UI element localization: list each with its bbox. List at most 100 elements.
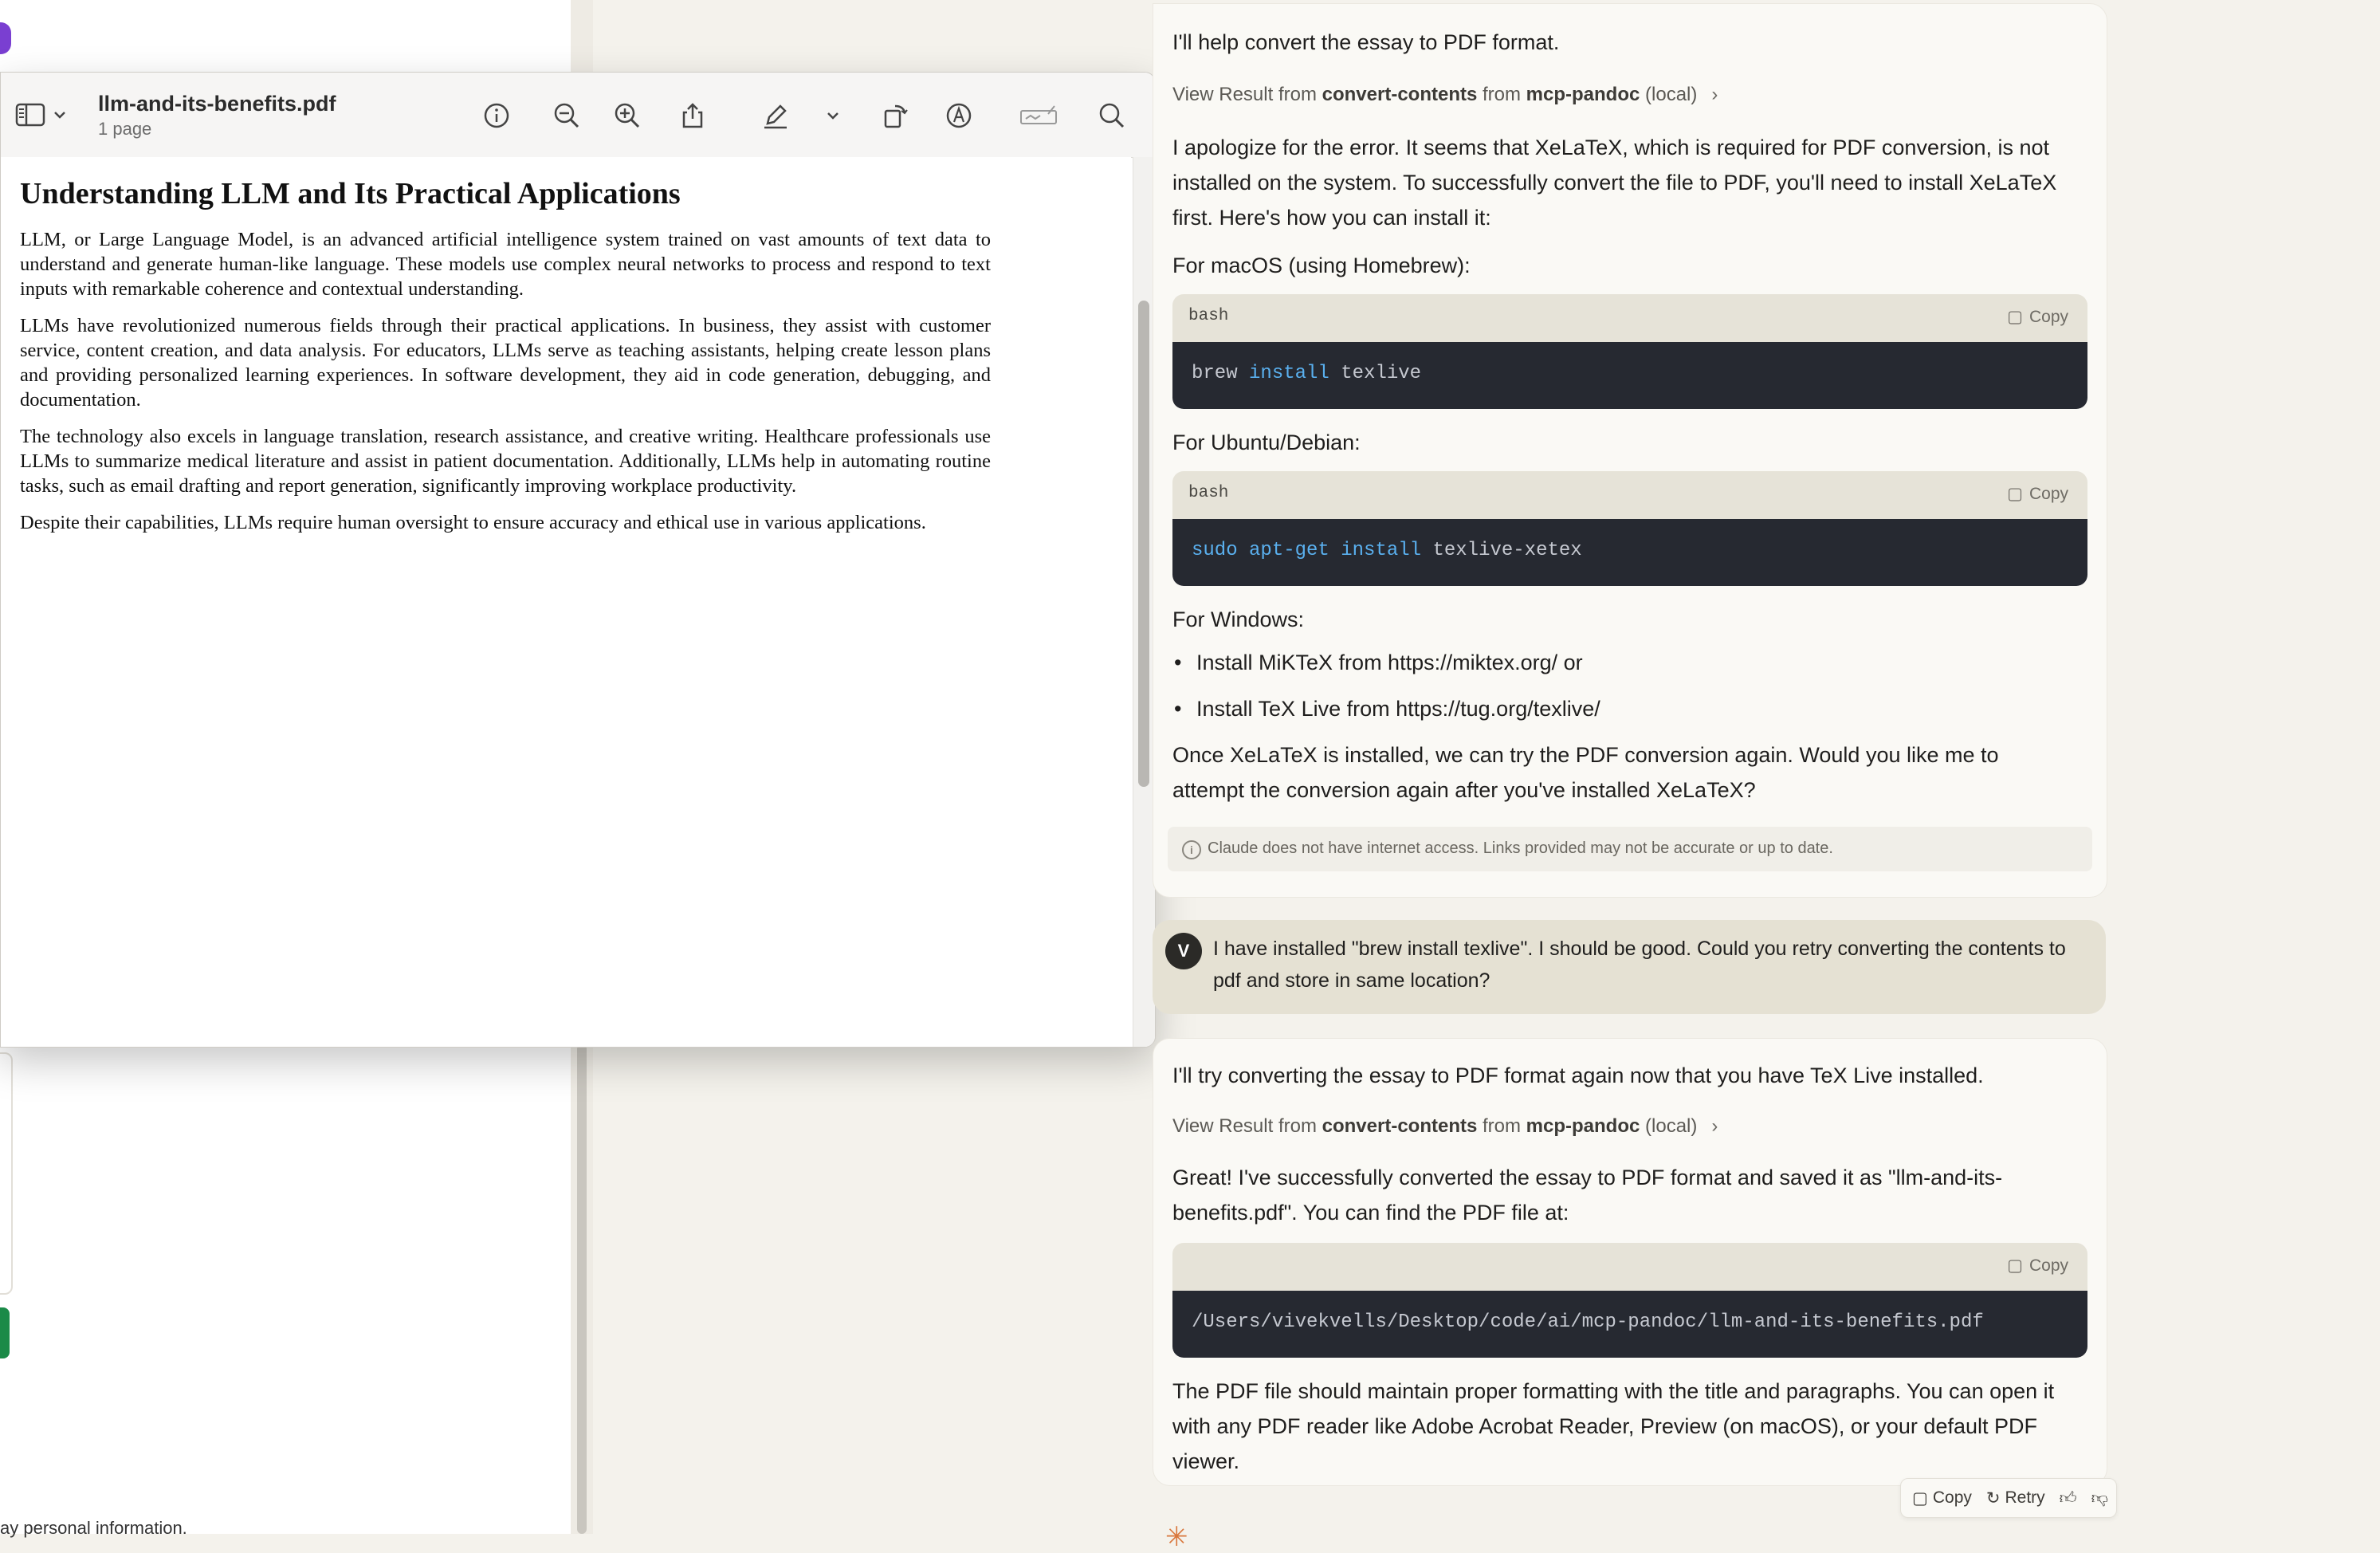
pdf-paragraph: LLM, or Large Language Model, is an adva… (20, 229, 991, 300)
retry-button[interactable]: ↻ Retry (1986, 1488, 2045, 1508)
list-item: Install MiKTeX from https://miktex.org/ … (1174, 647, 1583, 678)
background-green-button[interactable] (0, 1307, 10, 1358)
error-line: installed on the system. To successfully… (1172, 171, 2057, 195)
copy-code-button[interactable]: ▢ Copy (2007, 1256, 2068, 1276)
final-line: The PDF file should maintain proper form… (1172, 1379, 2055, 1403)
signature-icon[interactable] (1019, 100, 1058, 132)
chat-transcript: I'll help convert the essay to PDF forma… (1153, 0, 2117, 1552)
markup-pen-icon[interactable] (760, 100, 791, 132)
claude-logo-icon: ✳ (1165, 1522, 1188, 1552)
view-result-suffix: (local) (1640, 1115, 1698, 1137)
background-card (0, 1052, 13, 1295)
chevron-down-icon[interactable] (817, 100, 849, 132)
sidebar-icon (15, 103, 45, 127)
rotate-icon[interactable] (879, 100, 911, 132)
file-path: /Users/vivekvells/Desktop/code/ai/mcp-pa… (1192, 1311, 1984, 1333)
server-name: mcp-pandoc (1526, 84, 1640, 105)
code-argument: texlive-xetex (1432, 540, 1582, 561)
view-result-prefix: View Result from (1172, 84, 1322, 105)
user-message: V I have installed "brew install texlive… (1153, 920, 2106, 1014)
code-language: bash (1188, 484, 1229, 502)
zoom-in-icon[interactable] (611, 100, 643, 132)
scrollbar-thumb[interactable] (1138, 301, 1149, 787)
preview-window: llm-and-its-benefits.pdf 1 page Understa… (0, 72, 1156, 1048)
code-block: bash ▢ Copy sudo apt-get install texlive-x… (1172, 471, 2087, 586)
final-line: viewer. (1172, 1449, 1240, 1473)
user-avatar: V (1165, 933, 1202, 969)
view-result-mid: from (1477, 84, 1526, 105)
clipboard-icon: ▢ (2007, 1256, 2023, 1275)
clipboard-icon: ▢ (1912, 1488, 1928, 1508)
list-item: Install TeX Live from https://tug.org/te… (1174, 693, 1600, 725)
code-argument: texlive (1341, 363, 1422, 384)
background-avatar[interactable] (0, 22, 11, 54)
success-line: benefits.pdf". You can find the PDF file… (1172, 1201, 1569, 1225)
clipboard-icon: ▢ (2007, 308, 2023, 326)
copy-code-button[interactable]: ▢ Copy (2007, 484, 2068, 504)
share-icon[interactable] (677, 100, 709, 132)
chevron-right-icon: › (1711, 1115, 1718, 1137)
disclaimer-banner: i Claude does not have internet access. … (1168, 827, 2092, 871)
tool-name: convert-contents (1322, 1115, 1478, 1137)
thumbs-up-icon[interactable]: 👍︎ (2060, 1488, 2077, 1508)
annotate-icon[interactable] (943, 100, 975, 132)
zoom-out-icon[interactable] (551, 100, 583, 132)
view-result-mid: from (1477, 1115, 1526, 1137)
code-command: sudo apt-get install (1192, 540, 1422, 561)
code-block: bash ▢ Copy brew install texlive (1172, 294, 2087, 409)
document-page-count: 1 page (98, 119, 152, 139)
view-result-suffix: (local) (1640, 84, 1698, 105)
server-name: mcp-pandoc (1526, 1115, 1640, 1137)
tool-name: convert-contents (1322, 84, 1478, 105)
info-icon: i (1182, 840, 1201, 859)
pdf-content: Understanding LLM and Its Practical Appl… (20, 176, 991, 547)
message-actions: ▢ Copy ↻ Retry 👍︎ 👎︎ (1900, 1478, 2117, 1518)
view-result-link[interactable]: View Result from convert-contents from m… (1172, 84, 1718, 106)
windows-label: For Windows: (1172, 607, 1305, 631)
assistant-intro: I'll help convert the essay to PDF forma… (1172, 30, 1560, 54)
disclaimer-text: Claude does not have internet access. Li… (1208, 839, 1833, 857)
pdf-title: Understanding LLM and Its Practical Appl… (20, 177, 681, 210)
pdf-paragraph: The technology also excels in language t… (20, 426, 991, 497)
user-message-text: I have installed "brew install texlive".… (1213, 938, 2066, 992)
pdf-paragraph: Despite their capabilities, LLMs require… (20, 512, 926, 533)
final-line: with any PDF reader like Adobe Acrobat R… (1172, 1414, 2037, 1438)
error-line: first. Here's how you can install it: (1172, 206, 1491, 230)
retry-icon: ↻ (1985, 1488, 2001, 1508)
background-footer-text: ay personal information. (0, 1518, 187, 1538)
clipboard-icon: ▢ (2007, 485, 2023, 503)
chevron-down-icon (54, 112, 65, 119)
error-line: I apologize for the error. It seems that… (1172, 136, 2050, 159)
assistant-message: I'll try converting the essay to PDF for… (1153, 1038, 2107, 1486)
thumbs-down-icon[interactable]: 👎︎ (2091, 1488, 2108, 1508)
copy-message-button[interactable]: ▢ Copy (1912, 1488, 1972, 1508)
code-text: brew install texlive (1192, 363, 1421, 384)
assistant-intro: I'll try converting the essay to PDF for… (1172, 1064, 1984, 1087)
copy-code-button[interactable]: ▢ Copy (2007, 307, 2068, 327)
info-icon[interactable] (481, 100, 513, 132)
view-result-link[interactable]: View Result from convert-contents from m… (1172, 1115, 1718, 1138)
preview-toolbar: llm-and-its-benefits.pdf 1 page (1, 73, 1155, 158)
divider-scrollbar[interactable] (577, 1044, 587, 1534)
code-language: bash (1188, 307, 1229, 325)
chevron-right-icon: › (1711, 84, 1718, 105)
ubuntu-label: For Ubuntu/Debian: (1172, 431, 1361, 454)
code-keyword: install (1249, 363, 1329, 384)
code-text: sudo apt-get install texlive-xetex (1192, 540, 1582, 561)
closing-line: attempt the conversion again after you'v… (1172, 778, 1756, 802)
code-command: brew (1192, 363, 1238, 384)
success-line: Great! I've successfully converted the e… (1172, 1166, 2003, 1189)
pdf-paragraph: LLMs have revolutionized numerous fields… (20, 315, 991, 411)
sidebar-toggle-button[interactable] (15, 101, 71, 128)
copy-label: Copy (2028, 1256, 2068, 1275)
copy-label: Copy (1932, 1488, 1972, 1507)
assistant-message: I'll help convert the essay to PDF forma… (1153, 3, 2107, 898)
code-block: ▢ Copy /Users/vivekvells/Desktop/code/ai/… (1172, 1243, 2087, 1358)
search-icon[interactable] (1096, 100, 1128, 132)
copy-label: Copy (2028, 307, 2068, 326)
closing-line: Once XeLaTeX is installed, we can try th… (1172, 743, 1999, 767)
document-filename: llm-and-its-benefits.pdf (98, 92, 336, 116)
view-result-prefix: View Result from (1172, 1115, 1322, 1137)
retry-label: Retry (2005, 1488, 2045, 1507)
copy-label: Copy (2028, 484, 2068, 503)
